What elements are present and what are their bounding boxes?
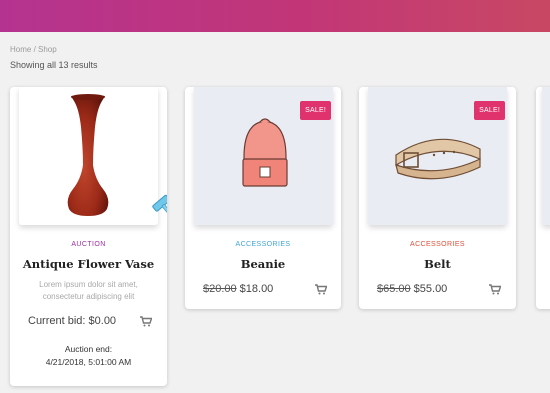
current-bid: Current bid: $0.00 (28, 315, 117, 327)
result-count: Showing all 13 results (10, 60, 98, 70)
product-title[interactable]: Beanie (185, 257, 341, 271)
auction-hammer-icon (152, 194, 167, 218)
product-card-partial[interactable] (536, 87, 550, 309)
product-title[interactable]: Belt (359, 257, 516, 271)
auction-end-label: Auction end: (64, 344, 113, 354)
product-card-belt[interactable]: SALE! Accessories Belt $65.00 $55.00 (359, 87, 516, 309)
auction-end-value: 4/21/2018, 5:01:00 AM (45, 357, 132, 367)
product-title[interactable]: Antique Flower Vase (10, 257, 167, 271)
sale-price: $18.00 (239, 283, 274, 295)
product-image[interactable]: SALE! (194, 87, 333, 225)
product-category[interactable]: Accessories (185, 241, 341, 248)
product-category[interactable]: Auction (10, 241, 167, 248)
product-description: Lorem ipsum dolor sit amet, consectetur … (39, 280, 138, 301)
product-card-beanie[interactable]: SALE! Accessories Beanie $20.00 $18.00 (185, 87, 341, 309)
cart-icon[interactable] (140, 316, 152, 327)
price: $20.00 $18.00 (203, 283, 273, 295)
product-card-antique-flower-vase[interactable]: Auction Antique Flower Vase Lorem ipsum … (10, 87, 167, 386)
product-image[interactable] (542, 87, 550, 225)
vase-image (67, 94, 109, 216)
old-price: $20.00 (203, 283, 237, 295)
cart-icon[interactable] (489, 284, 501, 295)
product-image[interactable]: SALE! (368, 87, 507, 225)
sale-badge: SALE! (300, 101, 331, 120)
old-price: $65.00 (377, 283, 411, 295)
auction-end: Auction end: 4/21/2018, 5:01:00 AM (10, 343, 167, 369)
breadcrumb[interactable]: Home / Shop (10, 45, 57, 54)
price-row: Current bid: $0.00 (28, 315, 152, 331)
cart-icon[interactable] (315, 284, 327, 295)
price-row: $65.00 $55.00 (377, 283, 501, 299)
sale-price: $55.00 (413, 283, 448, 295)
product-image[interactable] (19, 87, 158, 225)
sale-badge: SALE! (474, 101, 505, 120)
header-banner (0, 0, 550, 32)
price-row: $20.00 $18.00 (203, 283, 327, 299)
price: $65.00 $55.00 (377, 283, 447, 295)
product-category[interactable]: Accessories (359, 241, 516, 248)
